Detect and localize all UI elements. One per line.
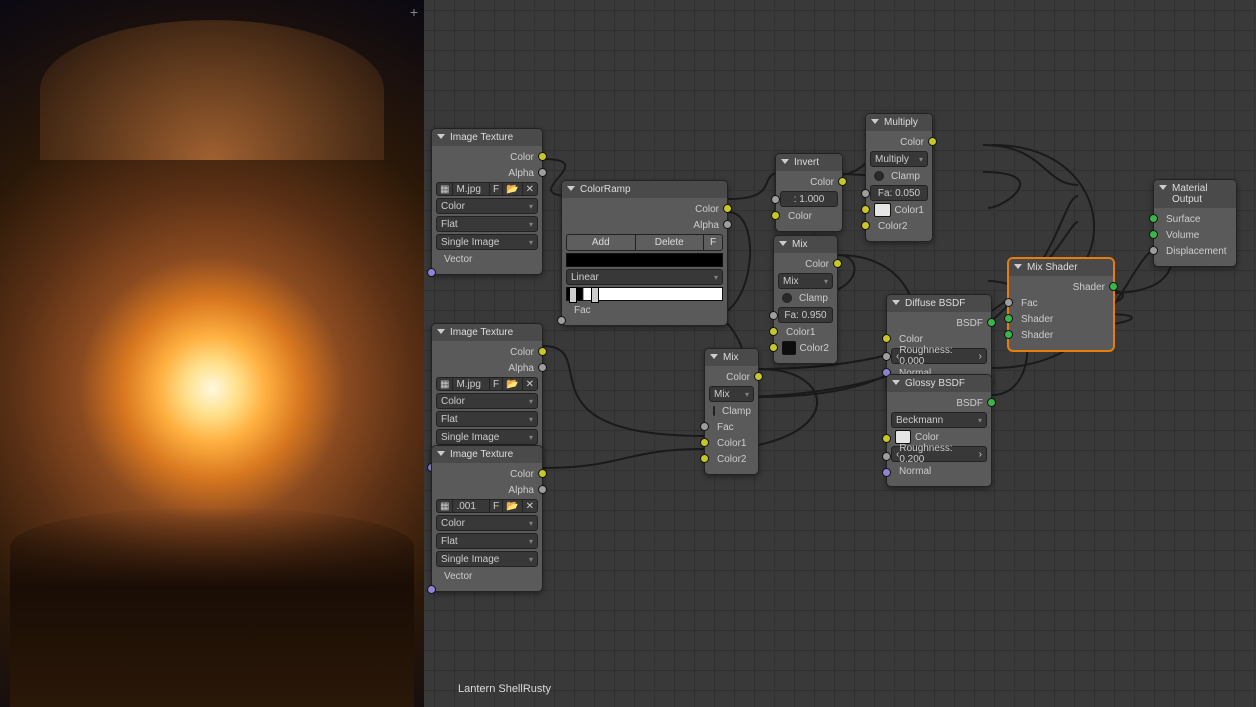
unlink-icon[interactable]: ✕ xyxy=(522,182,538,196)
mult-fac-field[interactable]: Fa: 0.050 xyxy=(870,185,928,201)
node-multiply[interactable]: Multiply Color Multiply Clamp Fa: 0.050 … xyxy=(865,113,933,242)
node-title[interactable]: Invert xyxy=(776,154,842,171)
material-name-label: Lantern ShellRusty xyxy=(458,683,551,695)
ramp-delete-button[interactable]: Delete xyxy=(635,234,704,251)
node-title[interactable]: Image Texture xyxy=(432,129,542,146)
image-name[interactable]: M.jpg xyxy=(452,182,489,196)
distribution-dropdown[interactable]: Beckmann xyxy=(891,412,987,428)
node-title[interactable]: Image Texture xyxy=(432,446,542,463)
ramp-stop[interactable] xyxy=(591,287,599,303)
invert-fac-field[interactable]: : 1.000 xyxy=(780,191,838,207)
ramp-stop[interactable] xyxy=(569,287,577,303)
input-vector: Vector xyxy=(440,254,476,265)
mix-fac-field[interactable]: Fa: 0.950 xyxy=(778,307,833,323)
node-mix-shader[interactable]: Mix Shader Shader Fac Shader Shader xyxy=(1008,258,1114,351)
open-icon[interactable]: 📂 xyxy=(502,182,521,196)
node-mix-2[interactable]: Mix Color Mix Clamp Fac Color1 Color2 xyxy=(704,348,759,475)
node-mix-1[interactable]: Mix Color Mix Clamp Fa: 0.950 Color1 Col… xyxy=(773,235,838,364)
ramp-preview[interactable] xyxy=(566,253,723,267)
node-invert[interactable]: Invert Color : 1.000 Color xyxy=(775,153,843,232)
node-material-output[interactable]: Material Output Surface Volume Displacem… xyxy=(1153,179,1237,267)
image-datablock[interactable]: ▦ M.jpg F 📂 ✕ xyxy=(436,182,538,196)
render-preview: + xyxy=(0,0,424,707)
node-image-texture-3[interactable]: Image Texture Color Alpha ▦ .001 F 📂 ✕ C… xyxy=(431,445,543,592)
socket-vector-in[interactable] xyxy=(427,268,436,277)
roughness-field[interactable]: ‹Roughness: 0.200› xyxy=(891,446,987,462)
color-space-dropdown[interactable]: Color xyxy=(436,198,538,214)
blend-dropdown[interactable]: Mix xyxy=(778,273,833,289)
fake-user-toggle[interactable]: F xyxy=(489,182,502,196)
node-image-texture-1[interactable]: Image Texture Color Alpha ▦ M.jpg F 📂 ✕ … xyxy=(431,128,543,275)
expand-icon[interactable]: + xyxy=(410,4,418,20)
socket-color-out[interactable] xyxy=(538,152,547,161)
output-color: Color xyxy=(506,152,538,163)
color2-swatch[interactable] xyxy=(782,341,796,355)
node-color-ramp[interactable]: ColorRamp Color Alpha Add Delete F Linea… xyxy=(561,180,728,326)
ramp-gradient[interactable] xyxy=(566,287,723,301)
projection-dropdown[interactable]: Flat xyxy=(436,216,538,232)
node-title[interactable]: Image Texture xyxy=(432,324,542,341)
browse-icon[interactable]: ▦ xyxy=(436,182,452,196)
roughness-field[interactable]: ‹Roughness: 0.000› xyxy=(891,348,987,364)
node-editor[interactable]: Image Texture Color Alpha ▦ M.jpg F 📂 ✕ … xyxy=(424,0,1256,707)
node-wires xyxy=(424,0,1256,707)
ramp-flip-button[interactable]: F xyxy=(703,234,723,251)
socket-alpha-out[interactable] xyxy=(538,168,547,177)
ramp-add-button[interactable]: Add xyxy=(566,234,635,251)
clamp-checkbox[interactable] xyxy=(782,293,792,303)
source-dropdown[interactable]: Single Image xyxy=(436,234,538,250)
output-alpha: Alpha xyxy=(504,168,538,179)
node-glossy-bsdf[interactable]: Glossy BSDF BSDF Beckmann Color ‹Roughne… xyxy=(886,374,992,487)
ramp-interp-dropdown[interactable]: Linear xyxy=(566,269,723,285)
node-title[interactable]: ColorRamp xyxy=(562,181,727,198)
